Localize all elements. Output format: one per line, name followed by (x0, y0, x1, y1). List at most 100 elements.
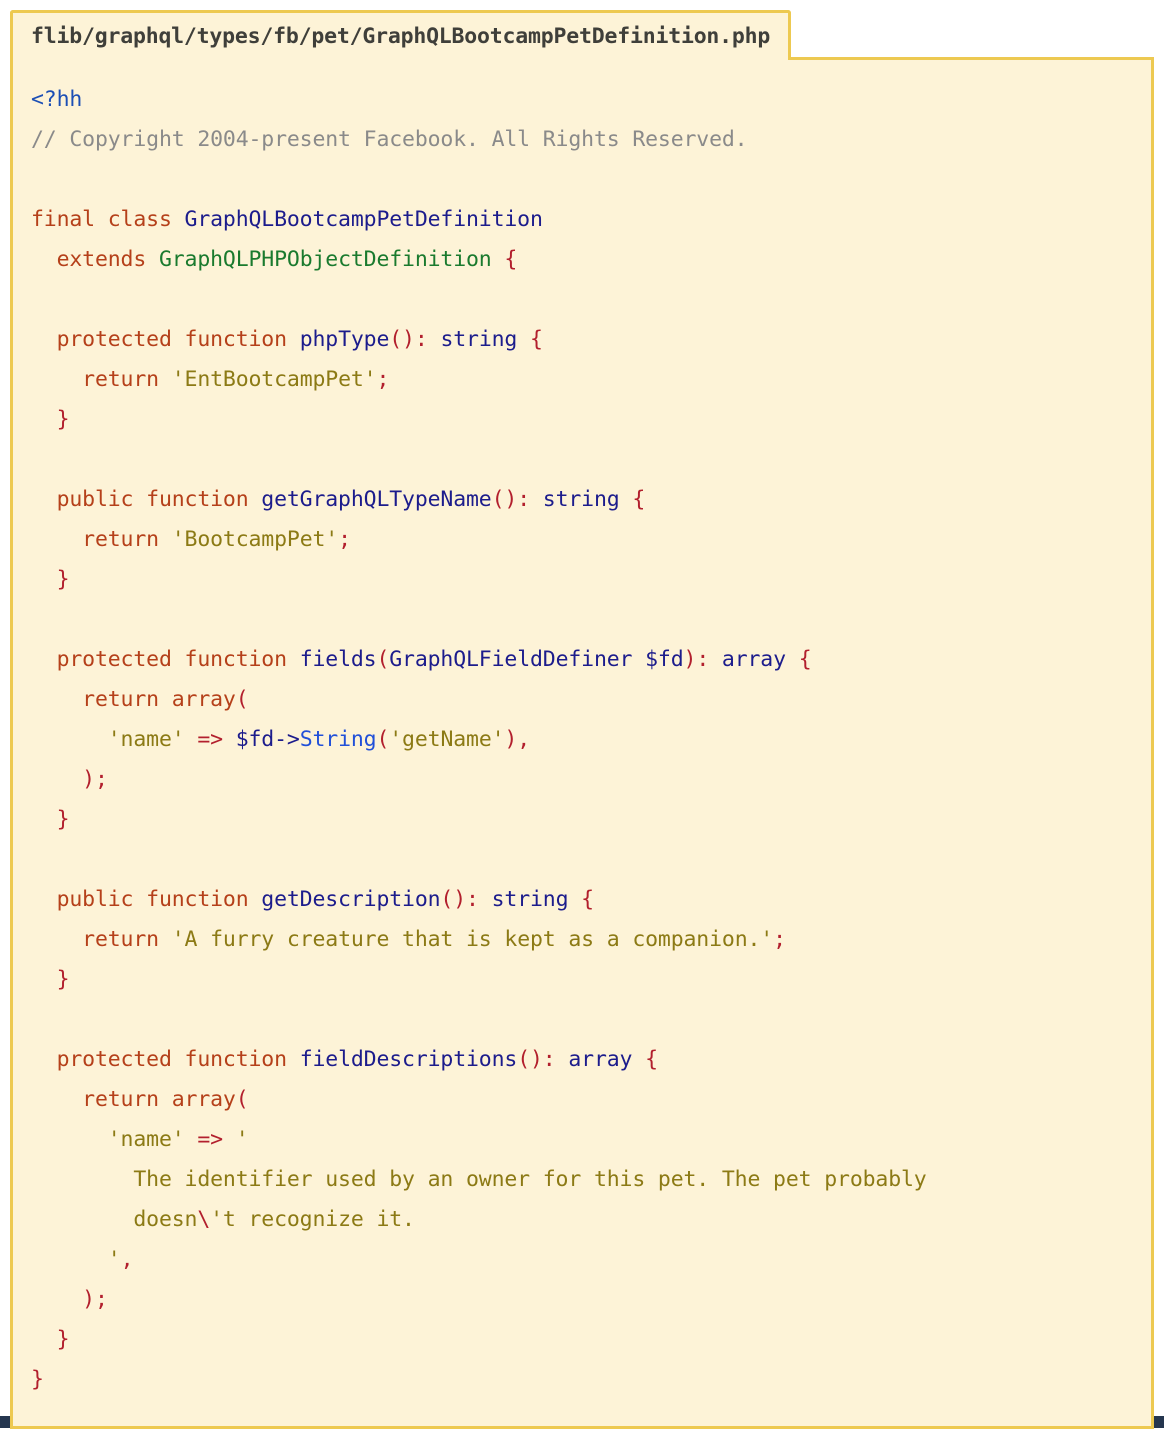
code-token: fields (299, 646, 377, 672)
code-line: } (31, 1367, 44, 1392)
code-token: 'A furry creature that is kept as a comp… (171, 926, 774, 952)
code-token: : (414, 326, 441, 352)
code-body-panel[interactable]: <?hh // Copyright 2004-present Facebook.… (10, 56, 1154, 1429)
code-token: protected function (31, 1046, 300, 1072)
code-token: return (31, 926, 172, 952)
code-token: final class (31, 206, 185, 232)
code-token: { (785, 646, 812, 672)
code-token: => (184, 726, 236, 752)
code-line: return 'A furry creature that is kept as… (31, 927, 786, 952)
code-token: // Copyright 2004-present Facebook. All … (31, 126, 748, 152)
code-token: array (721, 646, 786, 672)
code-token: extends (31, 246, 159, 272)
code-token: } (31, 806, 70, 832)
code-token: } (31, 1366, 44, 1392)
code-line: public function getGraphQLTypeName(): st… (31, 486, 646, 512)
code-line: return 'EntBootcampPet'; (31, 367, 389, 392)
code-token: 'EntBootcampPet' (171, 366, 377, 392)
code-token: $fd-> (235, 726, 300, 752)
code-line: } (31, 1326, 70, 1352)
code-token: ' (31, 1246, 121, 1272)
code-token: public function (31, 486, 262, 512)
code-token: { (619, 486, 646, 512)
code-line: } (31, 966, 70, 992)
code-line: } (31, 406, 70, 432)
code-token: public function (31, 886, 262, 912)
code-line: ); (31, 1287, 108, 1312)
code-token: string (440, 326, 518, 352)
code-token: String (299, 726, 377, 752)
code-token: GraphQLBootcampPetDefinition (184, 206, 543, 232)
code-token: fieldDescriptions (299, 1046, 518, 1072)
code-line: protected function fieldDescriptions(): … (31, 1046, 659, 1072)
code-token: return (31, 526, 172, 552)
code-token: { (632, 1046, 658, 1072)
code-line: 'name' => $fd->String('getName'), (31, 727, 530, 752)
code-token: : (542, 1046, 569, 1072)
code-token: ( (235, 1086, 249, 1112)
code-token: ( (376, 646, 390, 672)
code-token: ( (376, 726, 390, 752)
code-token: : (517, 486, 543, 512)
code-token: getGraphQLTypeName (261, 486, 492, 512)
code-token: ), (504, 726, 531, 752)
code-line: return array( (31, 686, 249, 712)
code-token: } (31, 966, 70, 992)
code-token: : (696, 646, 722, 672)
code-line: ', (31, 1246, 134, 1272)
code-token: { (491, 246, 518, 272)
file-tab-header[interactable]: flib/graphql/types/fb/pet/GraphQLBootcam… (10, 10, 792, 60)
code-line: extends GraphQLPHPObjectDefinition { (31, 246, 518, 272)
code-line: The identifier used by an owner for this… (31, 1166, 927, 1192)
code-token: 'name' (107, 726, 185, 752)
code-token: doesn (31, 1206, 198, 1232)
code-token: } (31, 566, 70, 592)
code-line: } (31, 566, 70, 592)
code-token: GraphQLPHPObjectDefinition (158, 246, 492, 272)
code-token: 'BootcampPet' (171, 526, 339, 552)
code-token: ( (235, 686, 249, 712)
code-line: return array( (31, 1086, 249, 1112)
code-line: ); (31, 767, 108, 792)
code-token: \ (197, 1206, 211, 1232)
code-token: $fd (645, 646, 684, 672)
code-line: doesn\'t recognize it. (31, 1207, 415, 1232)
file-path-label: flib/graphql/types/fb/pet/GraphQLBootcam… (31, 24, 771, 49)
code-token: return (31, 366, 172, 392)
source-code-block[interactable]: <?hh // Copyright 2004-present Facebook.… (31, 80, 1151, 1400)
code-listing-figure: flib/graphql/types/fb/pet/GraphQLBootcam… (10, 10, 1154, 1429)
code-token: array (568, 1046, 633, 1072)
code-token: <?hh (31, 86, 83, 112)
code-line: } (31, 806, 70, 832)
code-line: return 'BootcampPet'; (31, 527, 351, 552)
code-line: final class GraphQLBootcampPetDefinition (31, 207, 543, 232)
code-token: } (31, 1326, 70, 1352)
code-token: () (440, 886, 467, 912)
code-token: { (568, 886, 594, 912)
code-token: protected function (31, 326, 300, 352)
code-line: public function getDescription(): string… (31, 886, 595, 912)
code-token: , (120, 1246, 134, 1272)
code-token: ; (773, 926, 786, 952)
code-token: ; (376, 366, 390, 392)
code-line: protected function fields(GraphQLFieldDe… (31, 647, 812, 672)
code-token: The identifier used by an owner for this… (31, 1166, 927, 1192)
code-token: return array (31, 686, 236, 712)
code-line: 'name' => ' (31, 1127, 249, 1152)
code-token: ); (31, 766, 108, 792)
code-token: } (31, 406, 70, 432)
code-token: ' (235, 1126, 249, 1152)
code-token: ) (683, 646, 697, 672)
code-token: 'name' (107, 1126, 185, 1152)
code-token: () (389, 326, 415, 352)
code-token: return array (31, 1086, 236, 1112)
code-token: string (491, 886, 569, 912)
